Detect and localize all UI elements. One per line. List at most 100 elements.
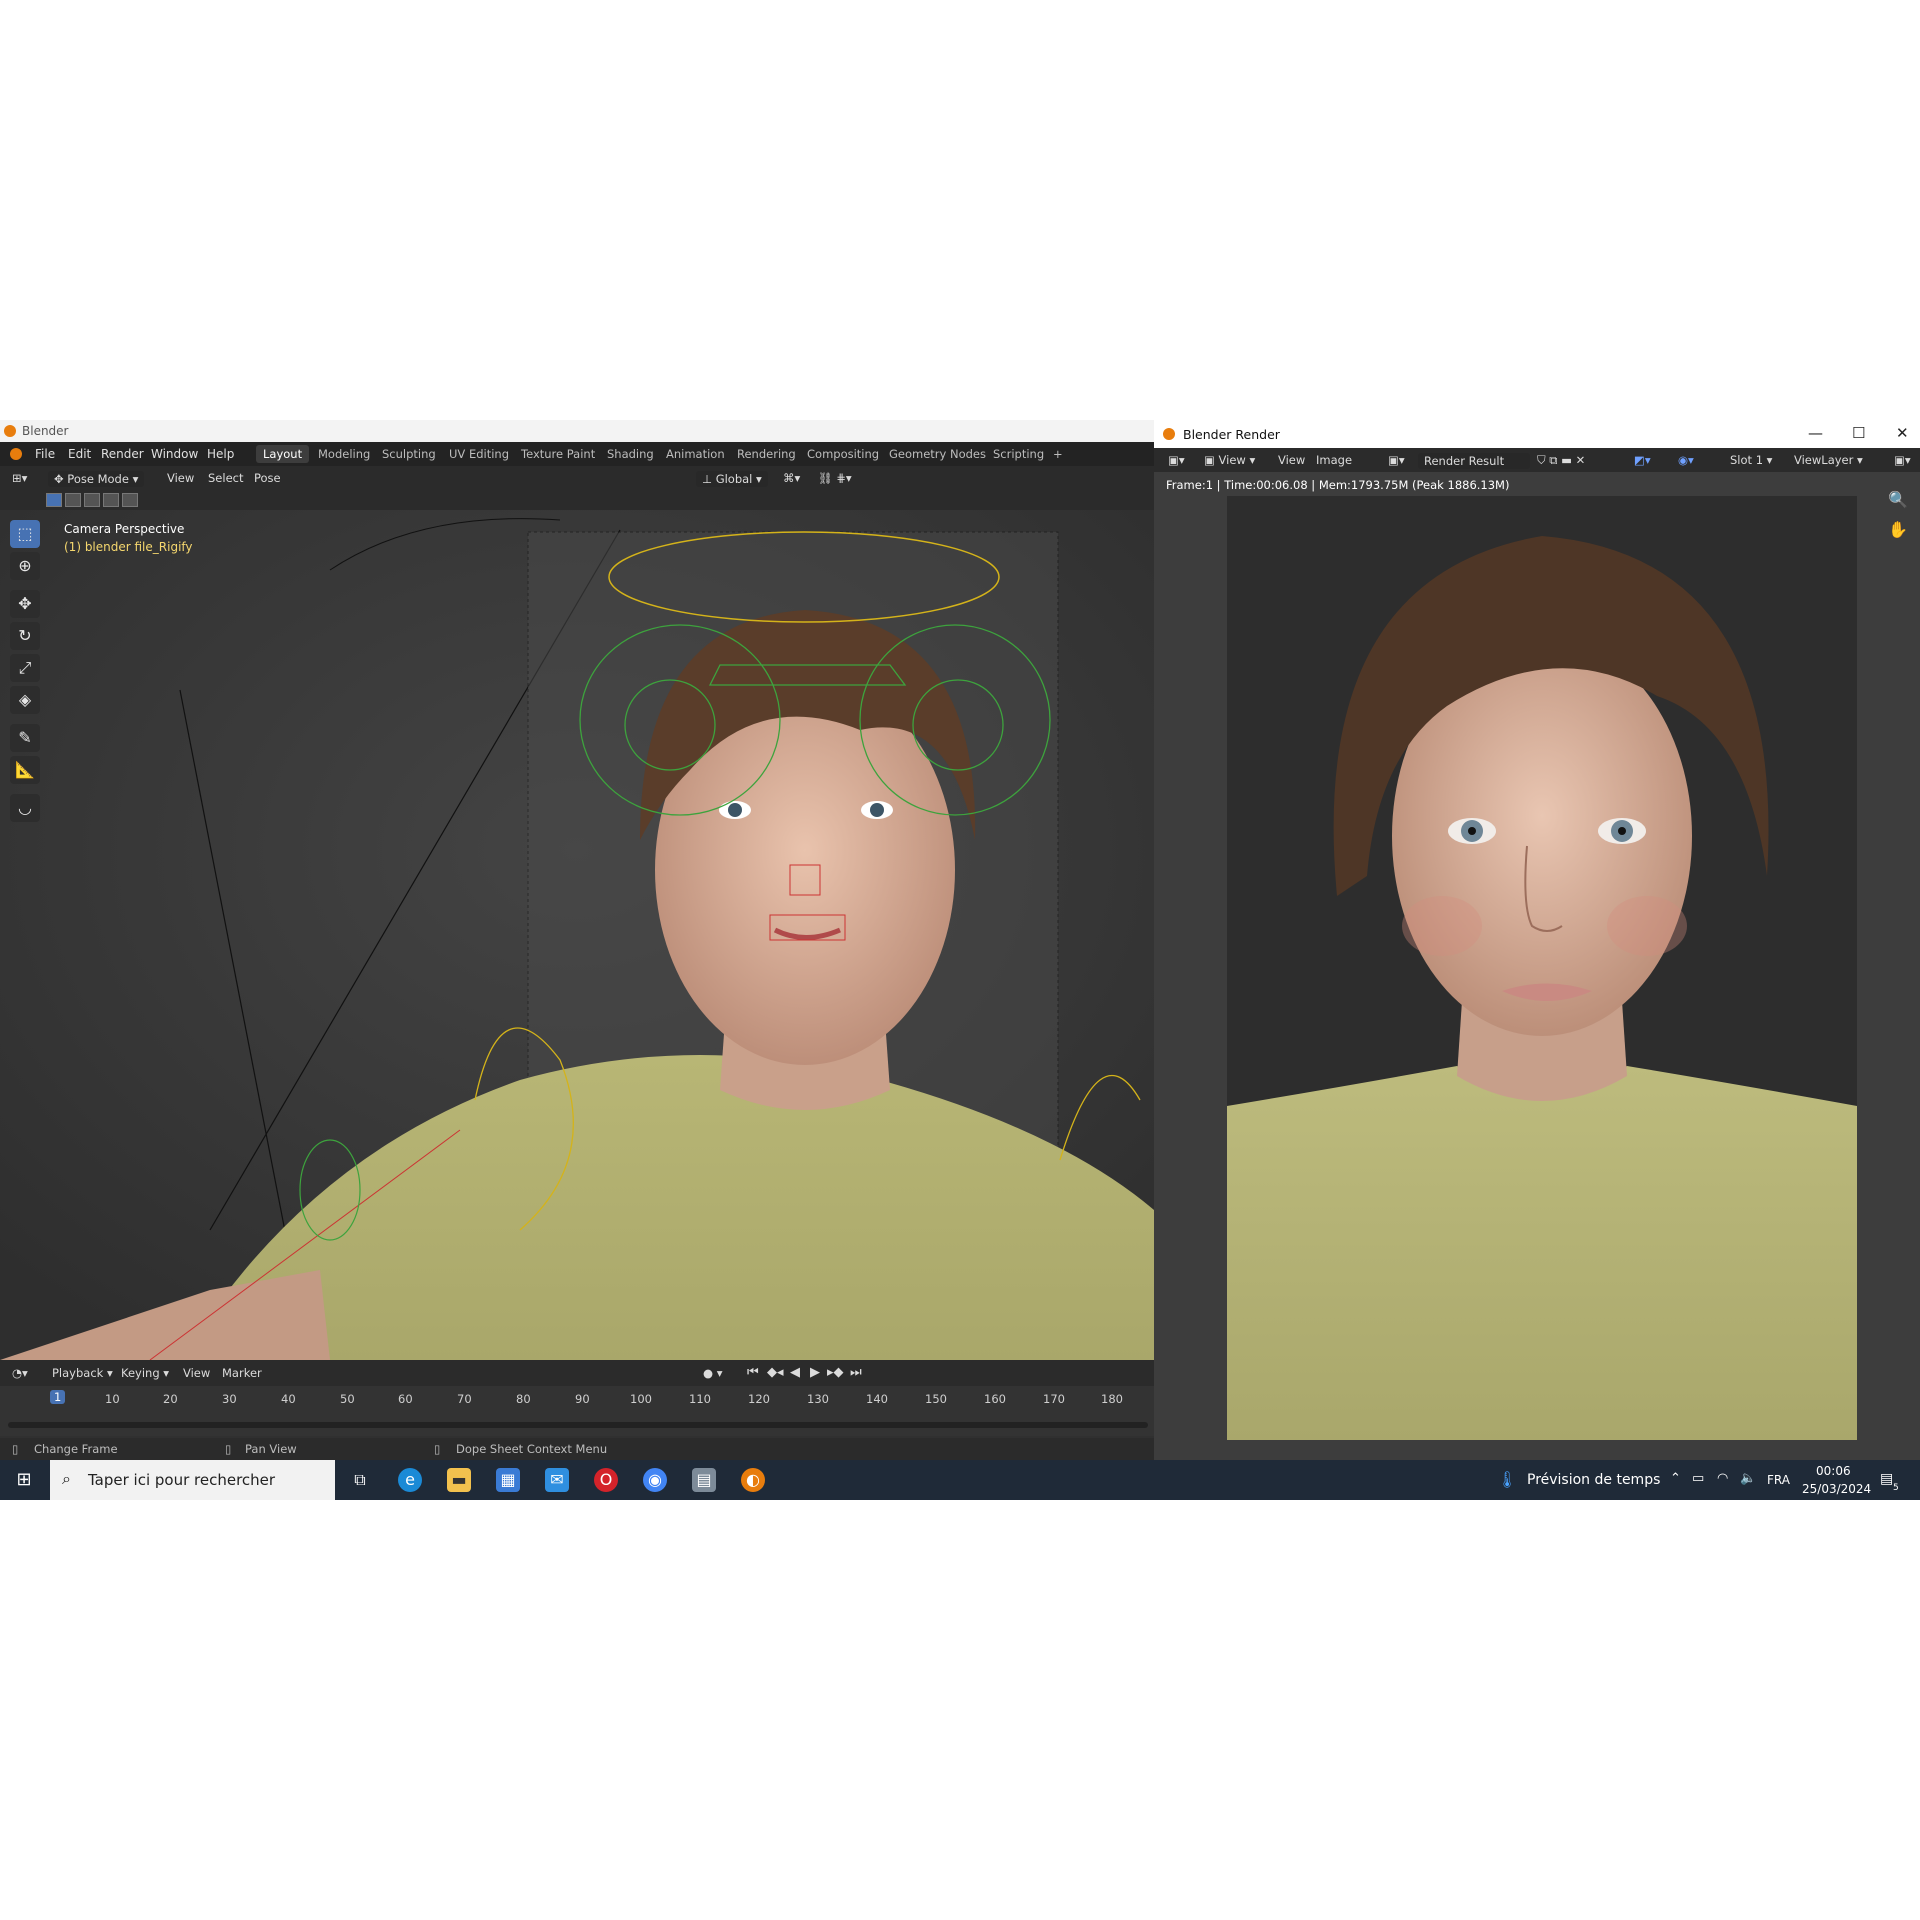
annotate-tool-icon[interactable]: ✎ [10, 724, 40, 752]
render-titlebar: Blender Render — ☐ ✕ [1154, 420, 1920, 448]
timeline-scrollbar[interactable] [8, 1422, 1148, 1428]
move-tool-icon[interactable]: ✥ [10, 590, 40, 618]
slot-dropdown[interactable]: Slot 1 ▾ [1730, 453, 1772, 467]
notifications-count: 5 [1893, 1483, 1899, 1493]
minimize-icon[interactable]: — [1808, 424, 1823, 442]
render-result-image[interactable] [1227, 496, 1857, 1440]
notifications-icon[interactable]: ▤ [1880, 1471, 1893, 1487]
volume-icon[interactable]: 🔈 [1740, 1471, 1756, 1486]
menu-view[interactable]: View [1278, 453, 1305, 467]
transform-tool-icon[interactable]: ◈ [10, 686, 40, 714]
select-box-tool-icon[interactable]: ⬚ [10, 520, 40, 548]
view-mode-dropdown[interactable]: ▣ View ▾ [1204, 453, 1255, 467]
play-reverse-icon[interactable]: ◀ [790, 1365, 800, 1380]
tab-sculpting[interactable]: Sculpting [382, 447, 436, 461]
image-actions-icons[interactable]: ⛉ ⧉ ▬ ✕ [1537, 453, 1585, 468]
viewlayer-dropdown[interactable]: ViewLayer ▾ [1794, 453, 1863, 467]
weather-label[interactable]: Prévision de temps [1527, 1472, 1660, 1488]
record-icon[interactable]: ● ▾ [703, 1366, 722, 1380]
tab-modeling[interactable]: Modeling [318, 447, 370, 461]
next-keyframe-icon[interactable]: ▸◆ [827, 1365, 844, 1380]
taskbar-search[interactable]: ⌕ Taper ici pour rechercher [50, 1460, 335, 1500]
tray-chevron-icon[interactable]: ⌃ [1670, 1471, 1681, 1486]
sample-tool-icon[interactable]: ◩▾ [1634, 453, 1651, 467]
overlay-icon[interactable]: ◉▾ [1678, 453, 1694, 467]
select-invert-icon[interactable] [103, 493, 119, 507]
select-extend-icon[interactable] [65, 493, 81, 507]
3d-viewport[interactable]: ⬚ ⊕ ✥ ↻ ⤢ ◈ ✎ 📐 ◡ Camera Perspective (1)… [0, 510, 1154, 1360]
menu-render[interactable]: Render [101, 447, 144, 461]
tab-rendering[interactable]: Rendering [737, 447, 796, 461]
pose-tool-icon[interactable]: ◡ [10, 794, 40, 822]
menu-timeline-view[interactable]: View [183, 1366, 210, 1380]
clock-date[interactable]: 25/03/2024 [1802, 1482, 1871, 1496]
menu-window[interactable]: Window [151, 447, 198, 461]
mode-dropdown[interactable]: ✥ Pose Mode ▾ [48, 471, 145, 487]
render-window-title: Blender Render [1183, 427, 1280, 442]
blender-taskbar-icon[interactable]: ◐ [741, 1468, 765, 1492]
mail-icon[interactable]: ✉ [545, 1468, 569, 1492]
select-new-icon[interactable] [46, 493, 62, 507]
zoom-icon[interactable]: 🔍 [1888, 490, 1908, 509]
menu-pose[interactable]: Pose [254, 471, 281, 485]
wifi-icon[interactable]: ◠ [1717, 1471, 1728, 1486]
menu-marker[interactable]: Marker [222, 1366, 262, 1380]
tray-meet-icon[interactable]: ▭ [1692, 1471, 1704, 1486]
pan-hand-icon[interactable]: ✋ [1888, 520, 1908, 539]
close-icon[interactable]: ✕ [1896, 424, 1909, 442]
add-workspace-button[interactable]: + [1053, 447, 1063, 461]
jump-end-icon[interactable]: ⏭ [850, 1365, 862, 1380]
menu-select[interactable]: Select [208, 471, 243, 485]
menu-playback[interactable]: Playback ▾ [52, 1366, 113, 1380]
task-view-icon[interactable]: ⧉ [348, 1468, 372, 1492]
store-icon[interactable]: ▦ [496, 1468, 520, 1492]
frame-tick: 40 [281, 1392, 296, 1406]
tab-compositing[interactable]: Compositing [807, 447, 879, 461]
menu-image[interactable]: Image [1316, 453, 1352, 467]
clock-time[interactable]: 00:06 [1816, 1464, 1851, 1478]
rotate-tool-icon[interactable]: ↻ [10, 622, 40, 650]
windows-start-icon[interactable]: ⊞ [12, 1468, 36, 1492]
maximize-icon[interactable]: ☐ [1852, 424, 1865, 442]
app-icon[interactable]: ▤ [692, 1468, 716, 1492]
edge-icon[interactable]: e [398, 1468, 422, 1492]
pivot-icon[interactable]: ⌘▾ [783, 471, 800, 485]
viewport-header: ⊞▾ ✥ Pose Mode ▾ View Select Pose ⊥ Glob… [0, 466, 1154, 490]
menu-keying[interactable]: Keying ▾ [121, 1366, 169, 1380]
display-channels-icon[interactable]: ▣▾ [1894, 453, 1911, 467]
editor-type-icon[interactable]: ⊞▾ [12, 471, 27, 485]
language-indicator[interactable]: FRA [1767, 1473, 1790, 1487]
select-intersect-icon[interactable] [122, 493, 138, 507]
menu-edit[interactable]: Edit [68, 447, 91, 461]
tab-scripting[interactable]: Scripting [993, 447, 1044, 461]
menu-file[interactable]: File [35, 447, 55, 461]
timeline-ruler[interactable]: 1 10 20 30 40 50 60 70 80 90 100 110 120… [0, 1386, 1154, 1436]
tab-animation[interactable]: Animation [666, 447, 725, 461]
cursor-tool-icon[interactable]: ⊕ [10, 552, 40, 580]
prev-keyframe-icon[interactable]: ◆◂ [767, 1365, 784, 1380]
scale-tool-icon[interactable]: ⤢ [10, 654, 40, 682]
snap-icon[interactable]: ⛓ ⋕▾ [818, 471, 852, 485]
weather-icon[interactable]: 🌡 [1497, 1470, 1517, 1489]
opera-icon[interactable]: O [594, 1468, 618, 1492]
tab-texture-paint[interactable]: Texture Paint [521, 447, 595, 461]
tab-geometry-nodes[interactable]: Geometry Nodes [889, 447, 986, 461]
editor-type-icon[interactable]: ▣▾ [1168, 453, 1185, 467]
timeline-editor-icon[interactable]: ◔▾ [12, 1366, 28, 1380]
measure-tool-icon[interactable]: 📐 [10, 756, 40, 784]
image-browse-icon[interactable]: ▣▾ [1388, 453, 1405, 467]
orientation-dropdown[interactable]: ⊥ Global ▾ [696, 471, 768, 487]
play-icon[interactable]: ▶ [810, 1365, 820, 1380]
file-explorer-icon[interactable]: ▬ [447, 1468, 471, 1492]
menu-help[interactable]: Help [207, 447, 234, 461]
tab-shading[interactable]: Shading [607, 447, 654, 461]
menu-view[interactable]: View [167, 471, 194, 485]
tab-uv-editing[interactable]: UV Editing [449, 447, 509, 461]
tab-layout[interactable]: Layout [256, 445, 310, 463]
chrome-icon[interactable]: ◉ [643, 1468, 667, 1492]
jump-start-icon[interactable]: ⏮ [747, 1365, 759, 1380]
blender-menu-icon[interactable] [10, 448, 22, 460]
current-frame-indicator[interactable]: 1 [50, 1390, 66, 1404]
select-subtract-icon[interactable] [84, 493, 100, 507]
render-result-field[interactable]: Render Result [1418, 453, 1530, 469]
